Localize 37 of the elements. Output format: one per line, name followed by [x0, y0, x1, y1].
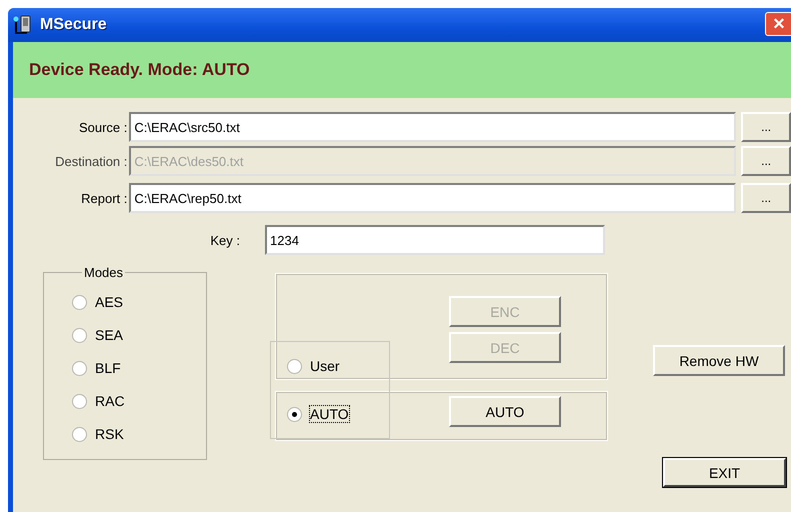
radio-button[interactable] — [287, 406, 302, 422]
radio-label: AUTO — [310, 406, 349, 422]
remove-hardware-button[interactable]: Remove HW — [653, 345, 785, 376]
field-label: Report : — [80, 190, 128, 206]
radio-option[interactable]: RSK — [72, 422, 206, 446]
radio-button[interactable] — [72, 294, 87, 310]
radio-label: AES — [95, 294, 124, 310]
status-message: Device Ready. Mode: AUTO — [29, 60, 250, 80]
path-field[interactable]: C:\ERAC\src50.txt — [129, 112, 736, 142]
radio-option[interactable]: User — [287, 354, 389, 378]
radio-button[interactable] — [72, 426, 87, 442]
radio-button[interactable] — [72, 328, 87, 342]
radio-label: RAC — [95, 393, 125, 409]
field-label: Source : — [78, 120, 128, 134]
group-title: Modes — [83, 265, 124, 280]
key-field[interactable]: 1234 — [265, 225, 605, 255]
browse-button[interactable]: ... — [741, 112, 791, 142]
exit-button[interactable]: EXIT — [663, 458, 786, 487]
radio-option[interactable]: RAC — [72, 389, 206, 413]
path-field[interactable]: C:\ERAC\rep50.txt — [129, 183, 736, 213]
radio-option[interactable]: SEA — [72, 323, 206, 347]
radio-option[interactable]: AUTO — [287, 402, 389, 426]
key-label: Key : — [209, 232, 240, 248]
radio-button[interactable] — [287, 358, 302, 374]
radio-label: RSK — [95, 426, 124, 442]
radio-option[interactable]: AES — [72, 290, 206, 314]
window-title: MSecure — [40, 16, 107, 34]
radio-label: SEA — [95, 327, 124, 343]
radio-option[interactable]: BLF — [72, 356, 206, 380]
field-label: Destination : — [54, 154, 128, 168]
radio-button[interactable] — [72, 394, 87, 408]
radio-label: User — [310, 358, 340, 374]
auto-button[interactable]: AUTO — [449, 396, 561, 427]
browse-button[interactable]: ... — [741, 183, 791, 213]
radio-button[interactable] — [72, 360, 87, 376]
close-button[interactable]: × — [765, 12, 791, 36]
radio-label: BLF — [95, 360, 121, 376]
